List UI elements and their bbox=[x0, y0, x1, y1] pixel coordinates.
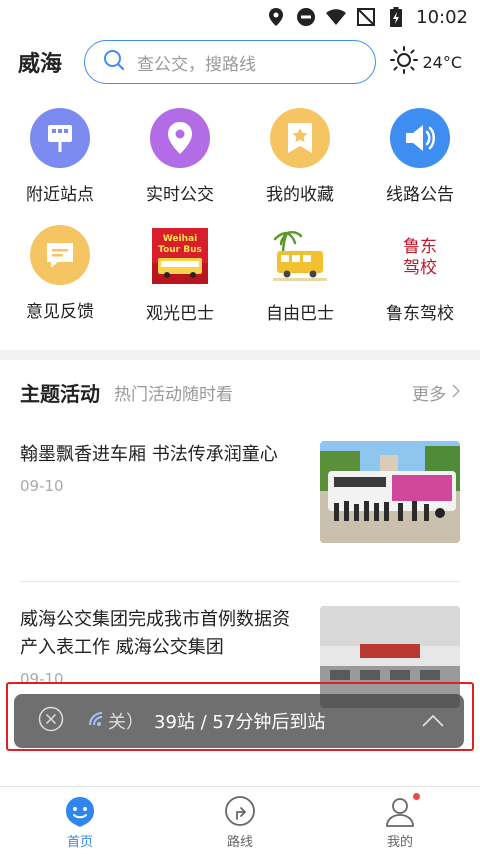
wifi-icon bbox=[326, 7, 347, 27]
section-subtitle: 热门活动随时看 bbox=[114, 385, 233, 405]
status-bar: 10:02 bbox=[0, 0, 480, 34]
bus-stop-icon bbox=[30, 108, 90, 168]
do-not-disturb-icon bbox=[296, 7, 316, 27]
menu-realtime-bus[interactable]: 实时公交 bbox=[120, 108, 240, 205]
more-link[interactable]: 更多 bbox=[412, 380, 461, 405]
notification-dot bbox=[413, 793, 420, 800]
star-bookmark-icon bbox=[270, 108, 330, 168]
menu-tour-bus[interactable]: Weihai Tour Bus 观光巴士 bbox=[120, 225, 240, 324]
home-icon bbox=[64, 795, 96, 831]
menu-free-bus[interactable]: 自由巴士 bbox=[240, 225, 360, 324]
chevron-right-icon bbox=[452, 383, 461, 403]
tab-route[interactable]: 路线 bbox=[160, 787, 320, 854]
location-icon bbox=[266, 7, 286, 27]
bottom-nav: 首页 路线 我的 bbox=[0, 786, 480, 854]
menu-label: 鲁东驾校 bbox=[386, 304, 454, 324]
more-label: 更多 bbox=[412, 385, 446, 405]
menu-favorites[interactable]: 我的收藏 bbox=[240, 108, 360, 205]
menu-ludong-driving-school[interactable]: 鲁东 驾校 鲁东驾校 bbox=[360, 225, 480, 324]
no-signal-icon bbox=[356, 7, 376, 27]
route-icon bbox=[224, 795, 256, 831]
theme-activity-header: 主题活动 热门活动随时看 更多 bbox=[0, 360, 480, 407]
menu-label: 线路公告 bbox=[386, 185, 454, 205]
menu-label: 附近站点 bbox=[26, 185, 94, 205]
free-bus-icon bbox=[269, 225, 331, 287]
news-title: 翰墨飘香进车厢 书法传承润童心 bbox=[20, 444, 278, 465]
tab-label: 首页 bbox=[66, 835, 93, 850]
menu-announcements[interactable]: 线路公告 bbox=[360, 108, 480, 205]
profile-icon bbox=[384, 793, 420, 831]
news-date: 09-10 bbox=[20, 477, 64, 495]
menu-label: 观光巴士 bbox=[146, 304, 214, 324]
menu-label: 自由巴士 bbox=[266, 304, 334, 324]
temperature: 24°C bbox=[422, 52, 462, 72]
svg-text:Weihai: Weihai bbox=[163, 234, 197, 244]
section-separator bbox=[0, 350, 480, 360]
clock: 10:02 bbox=[416, 6, 468, 28]
top-bar: 威海 查公交，搜路线 24°C bbox=[0, 34, 480, 90]
news-thumbnail bbox=[320, 441, 460, 543]
tab-profile[interactable]: 我的 bbox=[320, 787, 480, 854]
svg-text:鲁东: 鲁东 bbox=[403, 237, 437, 257]
menu-label: 我的收藏 bbox=[266, 185, 334, 205]
svg-text:驾校: 驾校 bbox=[403, 258, 437, 278]
feedback-icon bbox=[30, 225, 90, 285]
news-title: 威海公交集团完成我市首例数据资产入表工作 威海公交集团 bbox=[20, 609, 290, 658]
search-icon bbox=[103, 49, 125, 75]
highlight-frame bbox=[6, 682, 474, 751]
menu-label: 意见反馈 bbox=[26, 302, 94, 322]
menu-nearby-stops[interactable]: 附近站点 bbox=[0, 108, 120, 205]
tab-home[interactable]: 首页 bbox=[0, 787, 160, 854]
speaker-icon bbox=[390, 108, 450, 168]
quick-menu: 附近站点 实时公交 我的收藏 线路公告 意见反馈 Weihai Tour Bus… bbox=[0, 90, 480, 324]
weather[interactable]: 24°C bbox=[390, 46, 462, 78]
svg-text:Tour Bus: Tour Bus bbox=[158, 245, 202, 255]
tab-label: 路线 bbox=[226, 835, 253, 850]
ludong-driving-school-icon: 鲁东 驾校 bbox=[389, 225, 451, 287]
battery-charging-icon bbox=[386, 7, 406, 27]
section-title: 主题活动 bbox=[20, 382, 100, 406]
tab-label: 我的 bbox=[386, 835, 413, 850]
search-placeholder: 查公交，搜路线 bbox=[137, 54, 256, 75]
tour-bus-icon: Weihai Tour Bus bbox=[149, 225, 211, 287]
news-text: 翰墨飘香进车厢 书法传承润童心 09-10 bbox=[20, 441, 320, 543]
sun-icon bbox=[390, 46, 419, 78]
divider bbox=[20, 581, 460, 582]
news-item[interactable]: 翰墨飘香进车厢 书法传承润童心 09-10 bbox=[0, 441, 480, 543]
menu-feedback[interactable]: 意见反馈 bbox=[0, 225, 120, 324]
location-pin-icon bbox=[150, 108, 210, 168]
search-box[interactable]: 查公交，搜路线 bbox=[84, 40, 377, 84]
menu-label: 实时公交 bbox=[146, 185, 214, 205]
city-selector[interactable]: 威海 bbox=[18, 46, 84, 78]
